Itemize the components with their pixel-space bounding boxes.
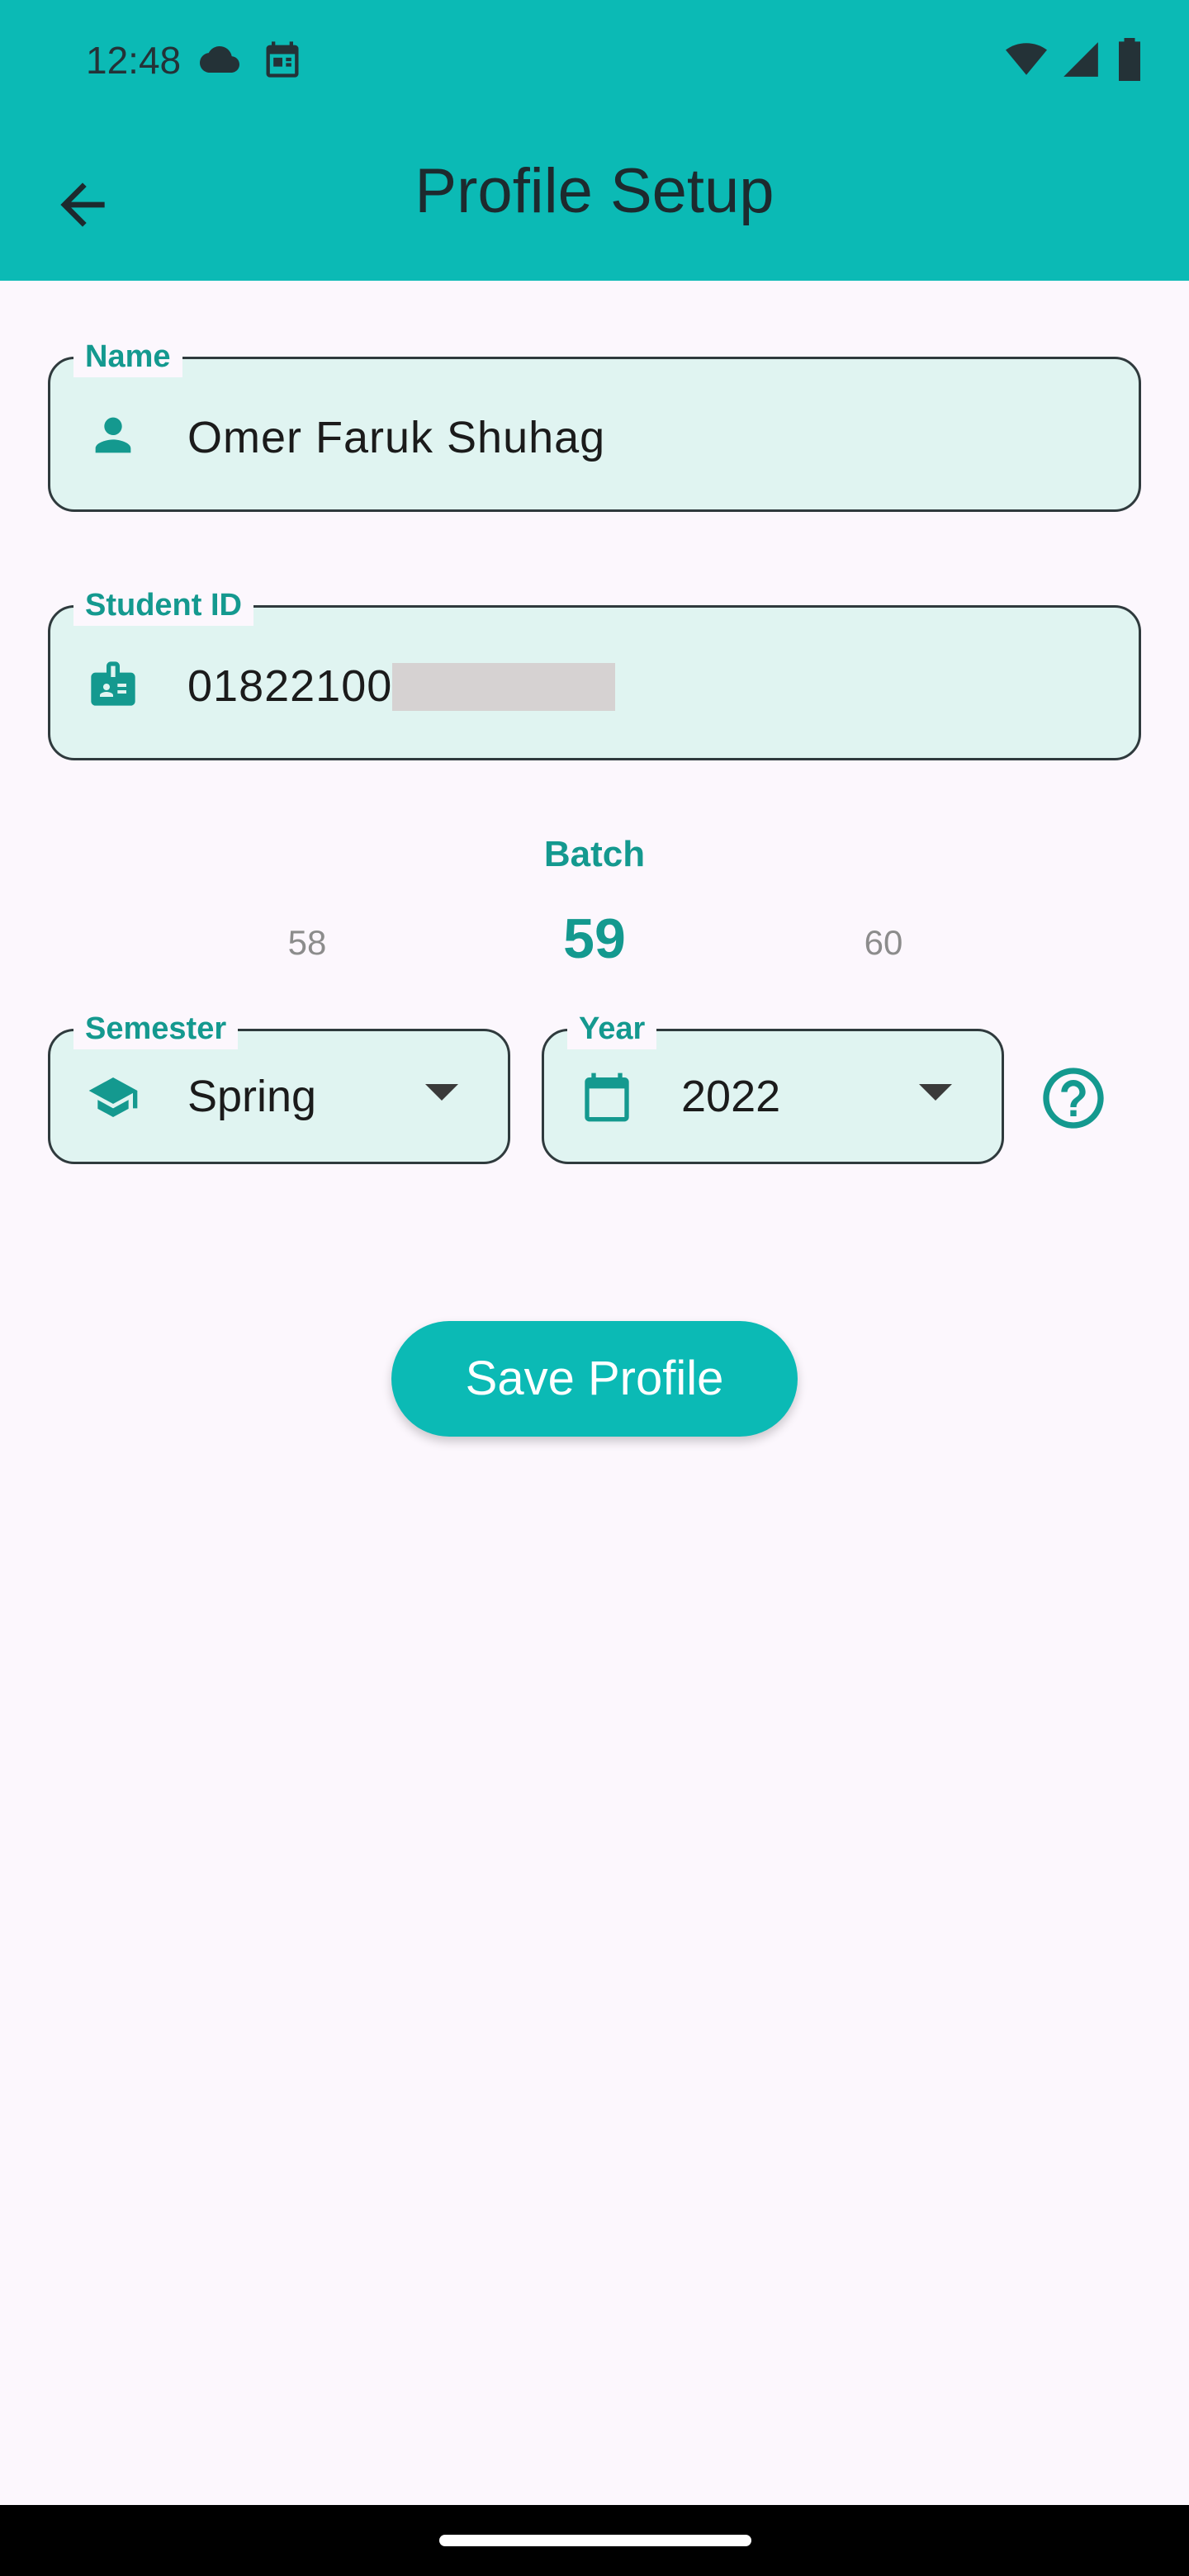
student-id-field[interactable]: Student ID 01822100 [48,585,1141,760]
page-title: Profile Setup [414,156,775,226]
app-bar: 12:48 Profile Setup [0,0,1189,281]
school-icon [88,1077,138,1117]
year-value: 2022 [681,1072,781,1121]
signal-icon [1063,42,1098,77]
batch-option-selected[interactable]: 59 [512,907,677,971]
batch-option-prev[interactable]: 58 [225,923,390,963]
wifi-icon [1006,43,1048,75]
cloud-icon [200,46,239,73]
redacted-block [392,662,616,711]
year-dropdown[interactable]: Year 2022 [542,1008,1004,1164]
dropdown-arrow-icon [919,1084,952,1101]
id-badge-icon [91,661,135,706]
battery-icon [1119,38,1140,81]
semester-label: Semester [73,1008,239,1049]
name-field[interactable]: Name Omer Faruk Shuhag [48,336,1141,512]
person-icon [95,417,131,453]
batch-option-next[interactable]: 60 [801,923,966,963]
student-id-field-label: Student ID [73,585,253,626]
home-indicator[interactable] [439,2535,751,2546]
status-system-icons [1003,38,1144,81]
name-field-label: Name [73,336,182,377]
dropdown-arrow-icon [425,1084,458,1101]
batch-label: Batch [543,834,646,874]
student-id-value: 01822100 [187,661,616,712]
calendar-notification-icon [266,41,299,78]
calendar-icon [585,1073,629,1122]
name-value: Omer Faruk Shuhag [187,413,606,462]
status-time: 12:48 [86,39,182,82]
semester-value: Spring [187,1072,317,1121]
semester-dropdown[interactable]: Semester Spring [48,1008,510,1164]
help-circle-icon[interactable] [1037,1062,1110,1134]
save-profile-button[interactable]: Save Profile [391,1321,798,1437]
status-notification-icons [197,38,304,81]
year-label: Year [567,1008,657,1049]
